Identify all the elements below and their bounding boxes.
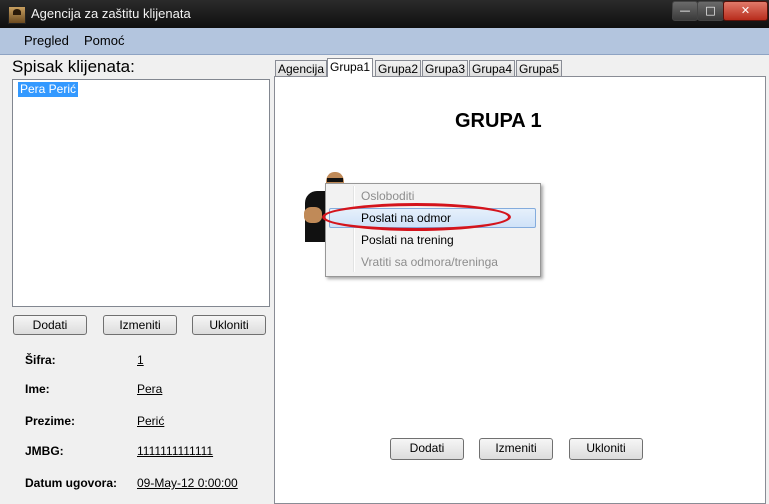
- highlight-ring-annotation: [322, 203, 511, 231]
- field-value-prezime: Perić: [137, 414, 165, 428]
- app-icon: [8, 6, 26, 24]
- tab-grupa5[interactable]: Grupa5: [516, 60, 562, 76]
- field-label-ime: Ime:: [25, 382, 50, 396]
- field-value-ime: Pera: [137, 382, 163, 396]
- field-value-datum: 09-May-12 0:00:00: [137, 476, 238, 490]
- field-label-jmbg: JMBG:: [25, 444, 64, 458]
- field-label-prezime: Prezime:: [25, 414, 76, 428]
- title-bar: Agencija za zaštitu klijenata — □ ✕: [0, 0, 769, 28]
- tab-grupa4[interactable]: Grupa4: [469, 60, 515, 76]
- remove-member-button[interactable]: Ukloniti: [569, 438, 643, 460]
- edit-client-button[interactable]: Izmeniti: [103, 315, 177, 335]
- tab-grupa3[interactable]: Grupa3: [422, 60, 468, 76]
- group-title: GRUPA 1: [455, 110, 542, 132]
- menu-item-poslati-na-trening[interactable]: Poslati na trening: [361, 230, 454, 250]
- menu-item-vratiti: Vratiti sa odmora/treninga: [361, 255, 498, 269]
- menu-pregled[interactable]: Pregled: [24, 33, 69, 48]
- client-list[interactable]: Pera Perić: [12, 79, 270, 307]
- minimize-button[interactable]: —: [672, 1, 698, 21]
- add-member-button[interactable]: Dodati: [390, 438, 464, 460]
- remove-client-button[interactable]: Ukloniti: [192, 315, 266, 335]
- tab-grupa2[interactable]: Grupa2: [375, 60, 421, 76]
- field-value-jmbg: 1111111111111: [137, 444, 214, 458]
- add-client-button[interactable]: Dodati: [13, 315, 87, 335]
- avatar-hand: [304, 207, 322, 223]
- field-label-sifra: Šifra:: [25, 353, 56, 367]
- window-title: Agencija za zaštitu klijenata: [31, 6, 191, 21]
- context-menu-gutter: [353, 186, 355, 272]
- field-label-datum: Datum ugovora:: [25, 476, 118, 490]
- menu-bar: Pregled Pomoć: [0, 28, 769, 55]
- field-value-sifra: 1: [137, 353, 144, 367]
- tab-agencija[interactable]: Agencija: [275, 60, 327, 76]
- maximize-button[interactable]: □: [697, 1, 724, 21]
- client-list-title: Spisak klijenata:: [12, 57, 135, 76]
- menu-pomoc[interactable]: Pomoć: [84, 33, 124, 48]
- tab-grupa1[interactable]: Grupa1: [327, 58, 373, 77]
- close-button[interactable]: ✕: [723, 1, 768, 21]
- avatar-glasses: [327, 178, 343, 182]
- edit-member-button[interactable]: Izmeniti: [479, 438, 553, 460]
- client-list-item[interactable]: Pera Perić: [18, 82, 79, 97]
